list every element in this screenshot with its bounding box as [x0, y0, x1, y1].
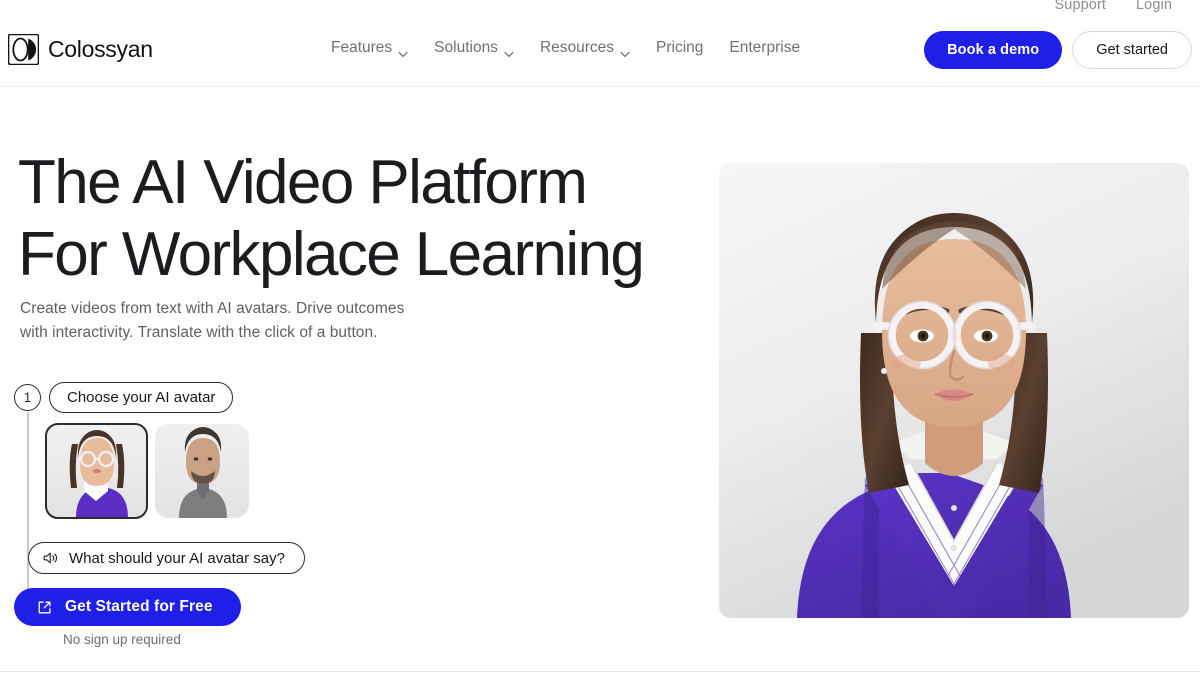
nav-item-enterprise[interactable]: Enterprise [729, 39, 800, 57]
nav-label-enterprise: Enterprise [729, 39, 801, 56]
cta-row: Get Started for Free [14, 588, 241, 626]
step-number-badge: 1 [14, 384, 41, 411]
choose-avatar-pill[interactable]: Choose your AI avatar [49, 382, 234, 413]
nav-label-features: Features [331, 39, 393, 56]
logo[interactable]: Colossyan [7, 33, 153, 66]
no-signup-note: No sign up required [63, 632, 181, 647]
step-one-row: 1 Choose your AI avatar [14, 382, 414, 413]
avatar-script-label: What should your AI avatar say? [69, 549, 285, 567]
logo-text: Colossyan [48, 36, 153, 62]
avatar-option-female[interactable] [45, 423, 148, 519]
chevron-down-icon [398, 45, 408, 57]
avatar-option-male[interactable] [155, 424, 249, 518]
nav-item-features[interactable]: Features [331, 39, 408, 57]
nav-label-solutions: Solutions [434, 39, 498, 56]
nav-item-pricing[interactable]: Pricing [656, 39, 703, 57]
hero-avatar-image [719, 163, 1189, 618]
get-started-button[interactable]: Get started [1072, 31, 1192, 69]
page-root: Support Login Colossyan Features Solutio… [0, 0, 1200, 675]
say-prompt-row: What should your AI avatar say? [28, 542, 305, 574]
chevron-down-icon [504, 45, 514, 57]
page-title: The AI Video Platform For Workplace Lear… [18, 148, 645, 289]
hero-subtitle: Create videos from text with AI avatars.… [20, 300, 405, 342]
header-actions: Book a demo Get started [924, 31, 1192, 69]
site-header: Colossyan Features Solutions Resources P… [0, 18, 1200, 87]
avatar-script-pill[interactable]: What should your AI avatar say? [28, 542, 305, 574]
login-link[interactable]: Login [1136, 0, 1172, 13]
main-nav: Features Solutions Resources Pricing Ent… [331, 39, 800, 57]
chevron-down-icon [620, 45, 630, 57]
nav-item-resources[interactable]: Resources [540, 39, 630, 57]
speaker-icon [43, 551, 58, 565]
book-a-demo-button[interactable]: Book a demo [924, 31, 1063, 69]
get-started-for-free-button[interactable]: Get Started for Free [14, 588, 241, 626]
nav-label-pricing: Pricing [656, 39, 704, 56]
nav-label-resources: Resources [539, 39, 615, 56]
utility-bar: Support Login [0, 0, 1200, 18]
nav-item-solutions[interactable]: Solutions [434, 39, 514, 57]
avatar-stepper-widget: 1 Choose your AI avatar What should your… [14, 382, 414, 647]
cta-label: Get Started for Free [65, 598, 213, 615]
colossyan-lens-logo-icon [7, 33, 40, 66]
external-link-icon [37, 600, 52, 615]
section-divider [0, 671, 1200, 672]
avatar-options [45, 423, 249, 519]
support-link[interactable]: Support [1055, 0, 1107, 13]
